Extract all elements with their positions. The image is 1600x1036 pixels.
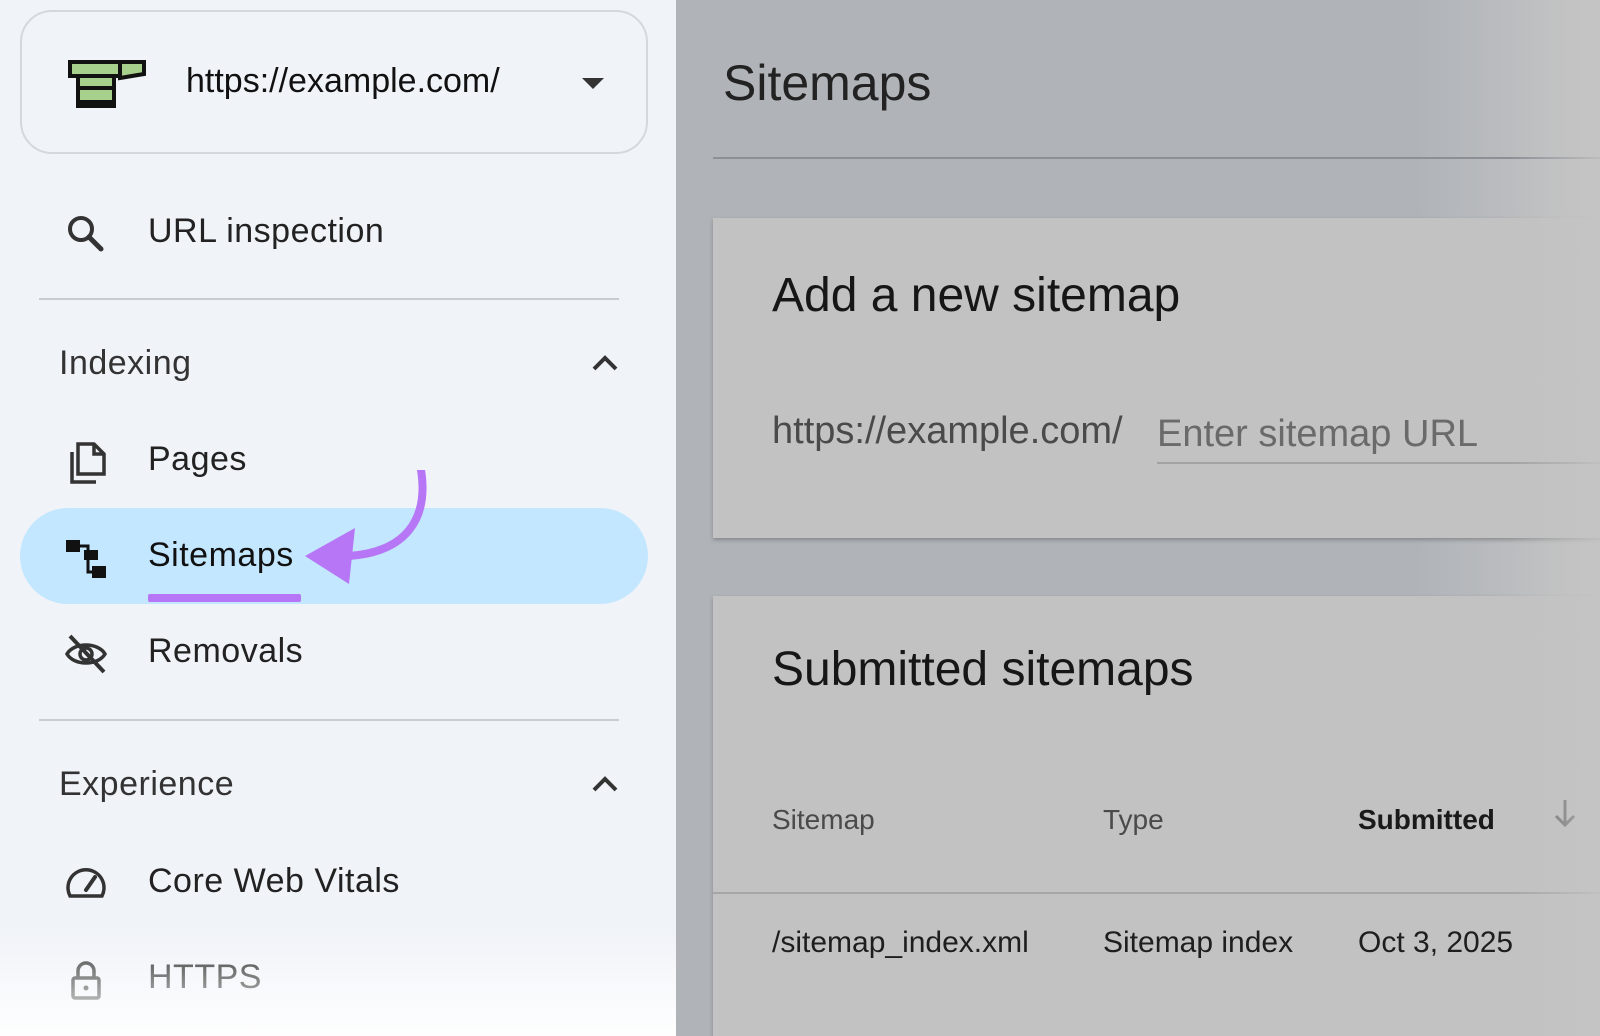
property-logo-icon (68, 60, 146, 108)
caret-down-icon[interactable] (582, 78, 604, 90)
chevron-up-icon[interactable] (592, 355, 618, 371)
nav-url-inspection-label: URL inspection (148, 212, 385, 250)
nav-removals-label: Removals (148, 632, 304, 670)
sidebar: https://example.com/ URL inspection Inde… (0, 0, 676, 1036)
property-selector[interactable]: https://example.com/ (20, 10, 648, 154)
column-header-submitted[interactable]: Submitted (1358, 804, 1495, 836)
nav-https[interactable]: HTTPS (20, 930, 648, 1026)
add-sitemap-title: Add a new sitemap (772, 269, 1181, 322)
submitted-sitemaps-title: Submitted sitemaps (772, 643, 1194, 696)
search-icon (68, 216, 104, 252)
column-header-sitemap[interactable]: Sitemap (772, 804, 875, 836)
cell-type: Sitemap index (1103, 926, 1294, 959)
nav-url-inspection[interactable]: URL inspection (20, 184, 648, 280)
submitted-sitemaps-card: Submitted sitemaps Sitemap Type Submitte… (713, 596, 1600, 1036)
sort-down-arrow-icon[interactable] (1553, 798, 1577, 828)
section-experience-label: Experience (59, 765, 235, 803)
property-url: https://example.com/ (186, 62, 500, 100)
sitemap-url-prefix: https://example.com/ (772, 410, 1123, 452)
nav-pages-label: Pages (148, 440, 247, 478)
annotation-arrow-icon (305, 470, 427, 584)
sitemap-url-field[interactable] (1157, 410, 1600, 464)
page-title: Sitemaps (723, 55, 932, 111)
section-indexing-label: Indexing (59, 344, 192, 382)
table-divider (713, 892, 1600, 894)
pages-icon (70, 442, 106, 484)
lock-icon (71, 961, 101, 1000)
highlight-underline (148, 594, 301, 602)
nav-core-web-vitals-label: Core Web Vitals (148, 862, 400, 900)
column-header-type[interactable]: Type (1103, 804, 1164, 836)
sitemap-icon (66, 540, 106, 578)
nav-core-web-vitals[interactable]: Core Web Vitals (20, 834, 648, 930)
eye-off-icon (64, 634, 108, 674)
cell-submitted: Oct 3, 2025 (1358, 926, 1514, 959)
chevron-up-icon[interactable] (592, 776, 618, 792)
nav-removals[interactable]: Removals (20, 604, 648, 700)
add-sitemap-card: Add a new sitemap https://example.com/ (713, 218, 1600, 538)
divider (39, 298, 619, 300)
sitemap-url-input[interactable] (1157, 410, 1600, 458)
title-divider (713, 157, 1600, 159)
nav-sitemaps-label: Sitemaps (148, 536, 294, 574)
gauge-icon (66, 868, 106, 898)
nav-https-label: HTTPS (148, 958, 262, 996)
divider (39, 719, 619, 721)
main-content: Sitemaps Add a new sitemap https://examp… (676, 0, 1600, 1036)
cell-sitemap[interactable]: /sitemap_index.xml (772, 926, 1029, 960)
